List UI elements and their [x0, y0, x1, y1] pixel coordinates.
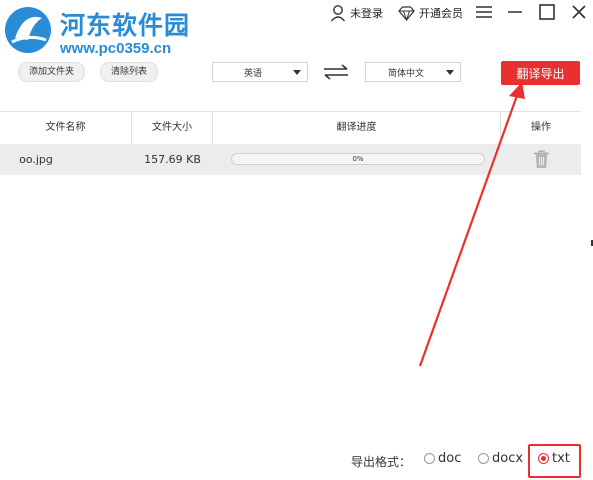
column-header-actions: 操作 [531, 122, 551, 133]
chevron-down-icon [446, 69, 454, 75]
export-option-doc-label: doc [438, 451, 462, 466]
annotation-highlight-box [528, 444, 581, 478]
watermark-logo-icon [5, 7, 51, 53]
table-row[interactable]: oo.jpg 157.69 KB 0% [0, 144, 581, 175]
export-option-docx[interactable]: docx [478, 451, 523, 466]
login-status[interactable]: 未登录 [330, 2, 383, 24]
swap-languages-icon[interactable] [322, 63, 350, 81]
maximize-button[interactable] [537, 3, 557, 21]
watermark-title: 河东软件园 [60, 11, 191, 40]
translation-progress-bar: 0% [231, 153, 485, 165]
minimize-icon [508, 11, 522, 13]
maximize-icon [539, 4, 555, 20]
menu-button[interactable] [474, 3, 494, 21]
source-language-value: 英语 [243, 68, 262, 79]
close-icon [572, 5, 586, 19]
user-label: 未登录 [350, 7, 383, 20]
progress-text: 0% [352, 155, 364, 163]
radio-doc-icon [424, 453, 435, 464]
clear-list-button[interactable]: 清除列表 [100, 62, 159, 82]
target-language-value: 简体中文 [387, 68, 424, 79]
close-button[interactable] [569, 3, 589, 21]
radio-docx-icon [478, 453, 489, 464]
column-header-progress: 翻译进度 [213, 112, 501, 144]
column-header-filesize: 文件大小 [132, 112, 213, 144]
trash-icon[interactable] [533, 150, 550, 169]
vip-link[interactable]: 开通会员 [398, 2, 463, 24]
menu-icon [476, 6, 492, 18]
source-language-select[interactable]: 英语 [212, 62, 308, 82]
export-option-docx-label: docx [492, 451, 524, 466]
vip-label: 开通会员 [419, 7, 463, 20]
user-icon [330, 5, 346, 22]
diamond-icon [398, 5, 415, 21]
minimize-button[interactable] [505, 3, 525, 21]
file-size: 157.69 KB [144, 153, 201, 166]
export-format-label: 导出格式： [351, 455, 412, 469]
translate-export-button[interactable]: 翻译导出 [501, 61, 580, 85]
export-option-doc[interactable]: doc [424, 451, 461, 466]
target-language-select[interactable]: 简体中文 [365, 62, 461, 82]
column-header-filename: 文件名称 [0, 112, 132, 144]
file-name: oo.jpg [19, 153, 53, 166]
file-table-header: 文件名称 文件大小 翻译进度 操作 [0, 111, 581, 145]
add-folder-button[interactable]: 添加文件夹 [18, 62, 86, 82]
watermark-url: www.pc0359.cn [60, 40, 172, 57]
chevron-down-icon [293, 69, 301, 75]
